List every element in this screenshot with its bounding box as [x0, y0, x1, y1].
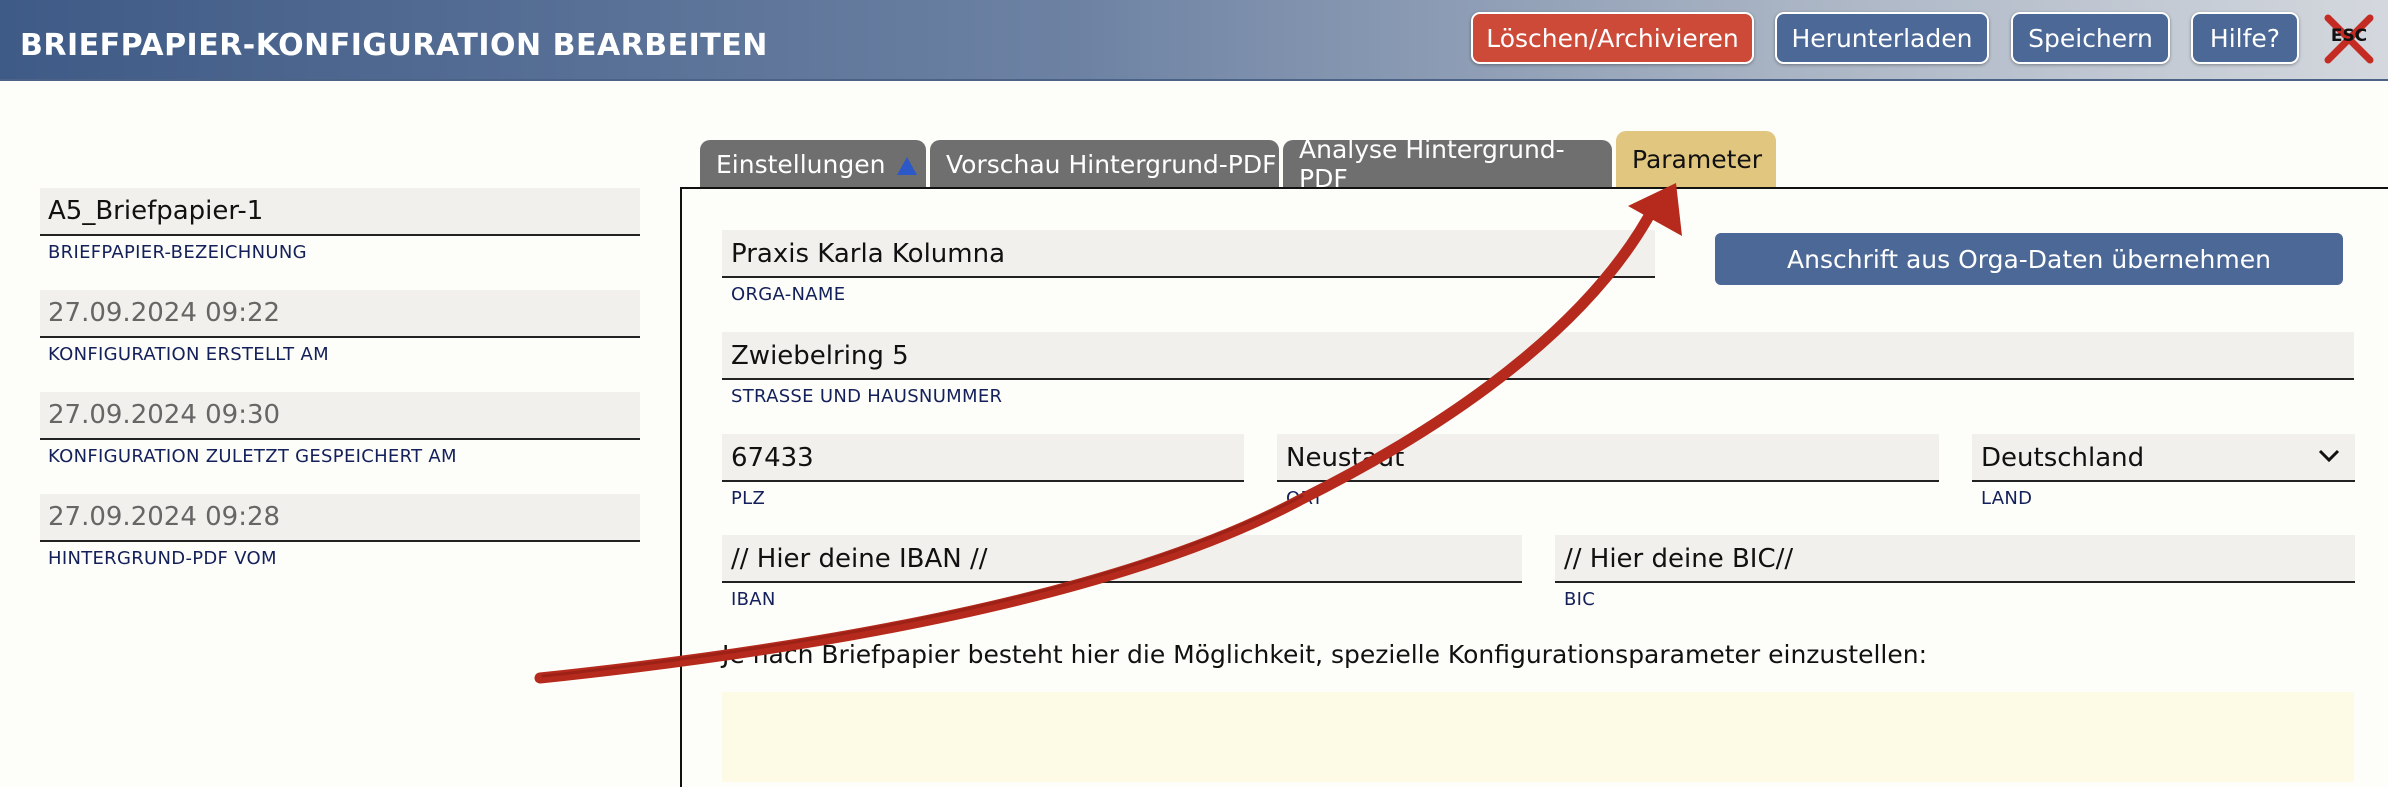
tab-parameter[interactable]: Parameter	[1616, 131, 1776, 188]
background-pdf-date-field: 27.09.2024 09:28 HINTERGRUND-PDF VOM	[40, 494, 640, 569]
copy-address-from-orga-button[interactable]: Anschrift aus Orga-Daten übernehmen	[1715, 233, 2343, 285]
saved-at-caption: KONFIGURATION ZULETZT GESPEICHERT AM	[48, 446, 457, 467]
land-caption: LAND	[1981, 488, 2033, 509]
close-esc-icon[interactable]: ESC	[2324, 14, 2374, 64]
bic-input[interactable]: // Hier deine BIC//	[1555, 535, 2355, 583]
iban-caption: IBAN	[731, 589, 776, 610]
download-button[interactable]: Herunterladen	[1775, 12, 1989, 64]
plz-input[interactable]: 67433	[722, 434, 1244, 482]
iban-input[interactable]: // Hier deine IBAN //	[722, 535, 1522, 583]
ort-input[interactable]: Neustadt	[1277, 434, 1939, 482]
orga-name-input[interactable]: Praxis Karla Kolumna	[722, 230, 1655, 278]
plz-caption: PLZ	[731, 488, 766, 509]
created-at-field: 27.09.2024 09:22 KONFIGURATION ERSTELLT …	[40, 290, 640, 365]
tab-parameter-label: Parameter	[1632, 145, 1763, 174]
tab-einstellungen[interactable]: Einstellungen	[700, 140, 926, 188]
street-caption: STRASSE UND HAUSNUMMER	[731, 386, 1003, 407]
triangle-up-icon	[897, 157, 918, 175]
stationery-name-value[interactable]: A5_Briefpapier-1	[40, 188, 640, 236]
page-title: BRIEFPAPIER-KONFIGURATION BEARBEITEN	[20, 28, 768, 63]
bic-field[interactable]: // Hier deine BIC// BIC	[1555, 535, 2355, 610]
ort-field[interactable]: Neustadt ORT	[1277, 434, 1939, 509]
parameter-hint-text: Je nach Briefpapier besteht hier die Mög…	[722, 640, 1928, 669]
street-input[interactable]: Zwiebelring 5	[722, 332, 2354, 380]
background-pdf-date-value: 27.09.2024 09:28	[40, 494, 640, 542]
land-select[interactable]: Deutschland	[1972, 434, 2355, 482]
stationery-name-caption: BRIEFPAPIER-BEZEICHNUNG	[48, 242, 307, 263]
saved-at-field: 27.09.2024 09:30 KONFIGURATION ZULETZT G…	[40, 392, 640, 467]
delete-archive-button[interactable]: Löschen/Archivieren	[1471, 12, 1754, 64]
ort-caption: ORT	[1286, 488, 1324, 509]
app-header: BRIEFPAPIER-KONFIGURATION BEARBEITEN Lös…	[0, 0, 2388, 81]
saved-at-value: 27.09.2024 09:30	[40, 392, 640, 440]
land-select-value: Deutschland	[1981, 443, 2145, 473]
created-at-caption: KONFIGURATION ERSTELLT AM	[48, 344, 329, 365]
orga-name-field[interactable]: Praxis Karla Kolumna ORGA-NAME	[722, 230, 1655, 305]
stationery-name-field[interactable]: A5_Briefpapier-1 BRIEFPAPIER-BEZEICHNUNG	[40, 188, 640, 263]
tab-analyse-hintergrund-pdf[interactable]: Analyse Hintergrund-PDF	[1283, 135, 1612, 193]
tab-einstellungen-label: Einstellungen	[716, 149, 886, 179]
save-button[interactable]: Speichern	[2011, 12, 2170, 64]
bic-caption: BIC	[1564, 589, 1596, 610]
iban-field[interactable]: // Hier deine IBAN // IBAN	[722, 535, 1522, 610]
orga-name-caption: ORGA-NAME	[731, 284, 846, 305]
created-at-value: 27.09.2024 09:22	[40, 290, 640, 338]
esc-label: ESC	[2330, 26, 2368, 46]
land-field[interactable]: Deutschland LAND	[1972, 434, 2355, 509]
street-field[interactable]: Zwiebelring 5 STRASSE UND HAUSNUMMER	[722, 332, 2354, 407]
tab-vorschau-label: Vorschau Hintergrund-PDF	[946, 149, 1277, 179]
config-parameter-area[interactable]	[722, 692, 2354, 782]
background-pdf-date-caption: HINTERGRUND-PDF VOM	[48, 548, 277, 569]
help-button[interactable]: Hilfe?	[2191, 12, 2299, 64]
tab-vorschau-hintergrund-pdf[interactable]: Vorschau Hintergrund-PDF	[930, 140, 1279, 188]
tab-analyse-label: Analyse Hintergrund-PDF	[1299, 135, 1565, 193]
chevron-down-icon	[2318, 449, 2340, 463]
plz-field[interactable]: 67433 PLZ	[722, 434, 1244, 509]
